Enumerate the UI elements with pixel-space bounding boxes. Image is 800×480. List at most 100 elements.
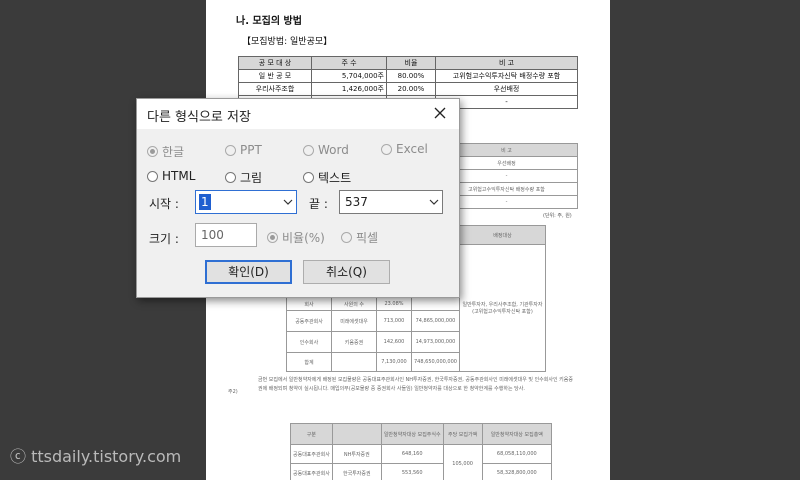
table-row: 우리사주조합 1,426,000주 20.00% 우선배정	[238, 82, 578, 96]
size-label: 크기 :	[149, 232, 179, 246]
table-cell: 한국투자증권	[331, 463, 382, 480]
table-cell: 20.00%	[386, 82, 436, 96]
format-label: HTML	[162, 169, 196, 183]
table-cell: 일 반 공 모	[238, 69, 312, 83]
pixel-label: 픽셀	[356, 231, 379, 245]
ok-button[interactable]: 확인(D)	[205, 260, 292, 284]
table-cell: 일반투자자, 우리사주조합, 기관투자자(고위험고수익투자신탁 포함)	[458, 244, 547, 372]
table-cell: 키움증권	[331, 331, 377, 353]
dialog-title: 다른 형식으로 저장	[147, 110, 251, 125]
format-radio-excel[interactable]: Excel	[381, 142, 428, 156]
chevron-down-icon[interactable]	[426, 199, 442, 205]
table-cell: 105,000	[442, 444, 483, 480]
start-label: 시작 :	[149, 197, 179, 211]
radio-dot	[267, 232, 278, 243]
save-as-dialog: 다른 형식으로 저장 한글 PPT Word Excel HTML 그림 텍스트…	[136, 98, 460, 298]
body-paragraph: 금번 모집에서 일반청약자에게 배정된 모집물량은 공동대표주관회사인 NH투자…	[258, 377, 573, 392]
table-cell: 14,973,000,000	[411, 331, 460, 353]
table-cell: NH투자증권	[331, 444, 382, 464]
radio-dot	[225, 172, 236, 183]
close-icon	[434, 107, 446, 119]
format-label: Word	[318, 143, 349, 157]
subscription-table: 구분 일반청약자대상 모집주식수 주당 모집가액 일반청약자대상 모집총액 공동…	[290, 423, 553, 480]
radio-dot	[147, 146, 158, 157]
table-cell: 공동주관회사	[286, 310, 332, 332]
table-cell: 우선배정	[435, 82, 578, 96]
table-cell: 553,560	[380, 463, 444, 480]
table-row: 일 반 공 모 5,704,000주 80.00% 고위험고수익투자신탁 배정수…	[238, 69, 578, 83]
table-cell: 142,600	[376, 331, 412, 353]
header-cell: 주당 모집가액	[442, 423, 483, 445]
radio-dot	[303, 144, 314, 156]
format-label: Excel	[396, 142, 428, 156]
table-cell: 공동대표주관회사	[290, 444, 333, 464]
table-row: 공동대표주관회사 한국투자증권 553,560 58,328,800,000	[290, 463, 553, 480]
format-radio-text[interactable]: 텍스트	[303, 169, 351, 186]
header-cell: 비 고	[435, 56, 578, 70]
chevron-down-icon[interactable]	[280, 199, 296, 205]
close-button[interactable]	[430, 103, 450, 123]
radio-dot	[381, 143, 392, 155]
ratio-radio[interactable]: 비율(%)	[267, 229, 325, 246]
cancel-button[interactable]: 취소(Q)	[303, 260, 390, 284]
table-cell: 미래에셋대우	[331, 310, 377, 332]
format-label: 한글	[162, 145, 185, 159]
table-cell: 748,650,000,000	[411, 352, 460, 372]
table-cell: 합계	[286, 352, 332, 372]
format-label: 그림	[240, 171, 263, 185]
header-cell	[331, 423, 382, 445]
header-cell: 일반청약자대상 모집주식수	[380, 423, 444, 445]
table-cell: 713,000	[376, 310, 412, 332]
dialog-titlebar: 다른 형식으로 저장	[137, 99, 459, 129]
method-label: 【모집방법: 일반공모】	[242, 37, 333, 47]
header-cell: 주 수	[311, 56, 387, 70]
radio-dot	[225, 144, 236, 156]
table-cell: 74,865,000,000	[411, 310, 460, 332]
table-cell: 회사	[286, 297, 332, 311]
end-page-combo[interactable]: 537	[339, 190, 443, 214]
table-cell: 인수회사	[286, 331, 332, 353]
format-radio-word[interactable]: Word	[303, 143, 349, 157]
table-cell: 80.00%	[386, 69, 436, 83]
format-label: PPT	[240, 143, 262, 157]
table-cell: 고위험고수익투자신탁 배정수량 포함	[435, 69, 578, 83]
table-cell: 23.08%	[376, 297, 412, 311]
radio-dot	[341, 232, 352, 243]
end-label: 끝 :	[309, 197, 328, 211]
radio-dot	[147, 170, 158, 182]
start-page-combo[interactable]: 1	[195, 190, 297, 214]
format-radio-hangul[interactable]: 한글	[147, 143, 184, 160]
format-radio-image[interactable]: 그림	[225, 169, 262, 186]
watermark: ⓒ ttsdaily.tistory.com	[10, 447, 182, 466]
table-cell: 7,130,000	[376, 352, 412, 372]
ratio-label: 비율(%)	[282, 231, 325, 245]
table-cell: 5,704,000주	[311, 69, 387, 83]
end-page-value: 537	[345, 195, 368, 209]
size-input[interactable]: 100	[195, 223, 257, 247]
table-cell: 우리사주조합	[238, 82, 312, 96]
format-label: 텍스트	[318, 171, 352, 185]
header-cell: 일반청약자대상 모집총액	[481, 423, 553, 445]
format-radio-ppt[interactable]: PPT	[225, 143, 262, 157]
start-page-value: 1	[199, 194, 211, 210]
table-cell: 공동대표주관회사	[290, 463, 333, 480]
header-cell: 공 모 대 상	[238, 56, 312, 70]
unit-note: (단위: 주, 원)	[543, 213, 572, 219]
section-heading: 나. 모집의 방법	[236, 16, 302, 27]
table-header-row: 구분 일반청약자대상 모집주식수 주당 모집가액 일반청약자대상 모집총액	[290, 423, 553, 445]
right-backdrop	[610, 0, 800, 480]
header-cell: 비율	[386, 56, 436, 70]
table-cell: 648,160	[380, 444, 444, 464]
radio-dot	[303, 172, 314, 183]
header-cell: 배정대상	[458, 225, 547, 245]
format-radio-html[interactable]: HTML	[147, 169, 195, 183]
table-cell: 1,426,000주	[311, 82, 387, 96]
side-note: 주2)	[228, 389, 238, 395]
header-cell: 구분	[290, 423, 333, 445]
table-header-row: 공 모 대 상 주 수 비율 비 고	[238, 56, 578, 70]
table-row: 공동대표주관회사 NH투자증권 648,160 105,000 68,058,1…	[290, 444, 553, 480]
pixel-radio[interactable]: 픽셀	[341, 229, 378, 246]
table-cell: 58,328,800,000	[481, 463, 553, 480]
table-cell: 68,058,110,000	[481, 444, 553, 464]
table-cell: 사원의 수	[331, 297, 377, 311]
